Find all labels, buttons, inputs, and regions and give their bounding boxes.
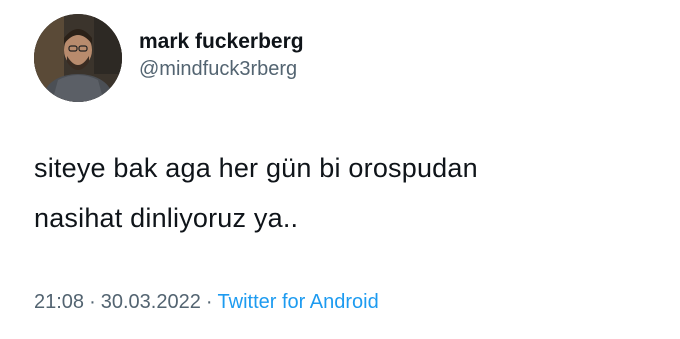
meta-separator: · xyxy=(205,291,213,313)
tweet-text: siteye bak aga her gün bi orospudan nasi… xyxy=(34,143,654,243)
avatar-photo-icon xyxy=(34,14,122,102)
tweet-card: mark fuckerberg @mindfuck3rberg siteye b… xyxy=(0,0,680,339)
tweet-text-line: siteye bak aga her gün bi orospudan xyxy=(34,153,478,183)
tweet-text-line: nasihat dinliyoruz ya.. xyxy=(34,203,299,233)
tweet-header: mark fuckerberg @mindfuck3rberg xyxy=(34,14,304,102)
author-handle[interactable]: @mindfuck3rberg xyxy=(139,55,304,83)
tweet-meta: 21:08 · 30.03.2022 · Twitter for Android xyxy=(34,288,379,316)
author-display-name[interactable]: mark fuckerberg xyxy=(139,28,304,55)
avatar[interactable] xyxy=(34,14,122,102)
tweet-date[interactable]: 30.03.2022 xyxy=(101,291,201,313)
tweet-time[interactable]: 21:08 xyxy=(34,291,84,313)
tweet-source-link[interactable]: Twitter for Android xyxy=(218,291,379,313)
meta-separator: · xyxy=(89,291,96,313)
author-names: mark fuckerberg @mindfuck3rberg xyxy=(139,28,304,83)
